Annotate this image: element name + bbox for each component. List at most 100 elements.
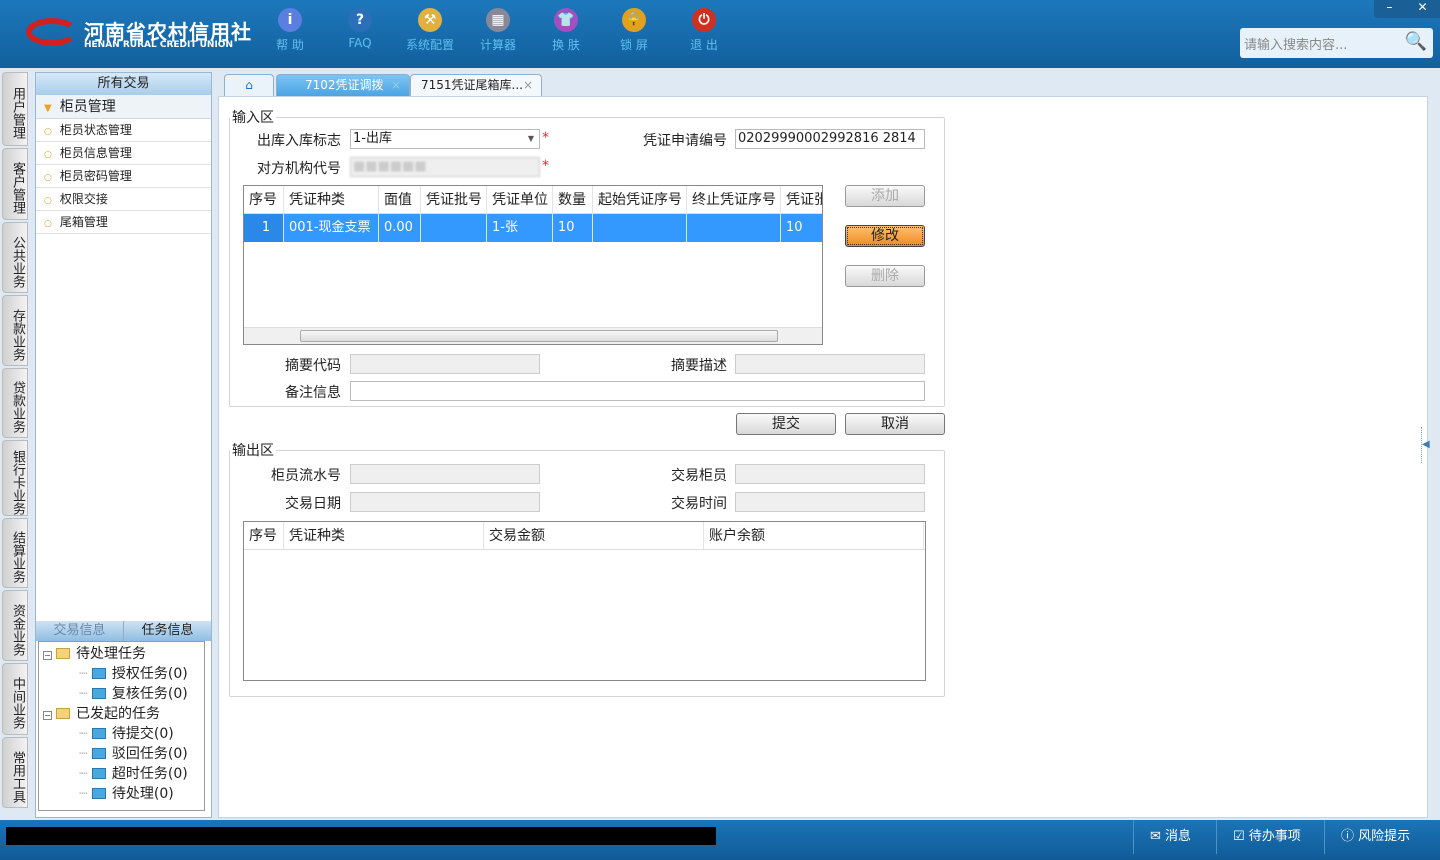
vtab-7[interactable]: 资金业务	[2, 590, 28, 661]
message-button[interactable]: ✉ 消息	[1133, 820, 1223, 854]
collapse-icon[interactable]: −	[43, 711, 52, 720]
vtab-8[interactable]: 中间业务	[2, 663, 28, 735]
vtab-5[interactable]: 银行卡业务	[2, 440, 28, 516]
submit-button[interactable]: 提交	[736, 413, 836, 435]
flag-select[interactable]: 1-出库 ▼	[350, 129, 540, 149]
task-tabs: 交易信息 任务信息	[36, 621, 211, 641]
toolbar-calculator-button[interactable]: ▦ 计算器	[468, 8, 528, 53]
collapse-icon[interactable]: −	[43, 651, 52, 660]
delete-button[interactable]: 删除	[845, 265, 925, 287]
vtab-1[interactable]: 客户管理	[2, 148, 28, 220]
toolbar-skin-button[interactable]: 👕 换 肤	[536, 8, 596, 53]
abstract-code-input[interactable]	[350, 354, 540, 374]
sidebar: 所有交易 ▼ 柜员管理 ○ 柜员状态管理 ○ 柜员信息管理 ○ 柜员密码管理 ○ 权限交接 ○ 尾箱…	[35, 72, 212, 818]
sidebar-item[interactable]: ○ 尾箱管理	[36, 211, 211, 234]
close-button[interactable]: ✕	[1417, 0, 1427, 18]
minimize-button[interactable]: –	[1386, 0, 1392, 18]
toolbar-info-button[interactable]: i 帮 助	[260, 8, 320, 53]
column-header[interactable]: 序号	[244, 522, 284, 549]
cancel-button[interactable]: 取消	[845, 413, 945, 435]
toolbar-power-button[interactable]: ⏻ 退 出	[674, 8, 734, 53]
column-header[interactable]: 面值	[379, 186, 421, 213]
vtab-6[interactable]: 结算业务	[2, 518, 28, 588]
column-header[interactable]: 序号	[244, 186, 284, 213]
abstract-desc-input[interactable]	[735, 354, 925, 374]
remark-input[interactable]	[350, 381, 925, 401]
item-label: 柜员状态管理	[59, 123, 132, 137]
column-header[interactable]: 凭证种类	[284, 186, 379, 213]
add-button[interactable]: 添加	[845, 185, 925, 207]
tree-node[interactable]: ┈ 超时任务(0)	[39, 764, 204, 784]
scrollbar-thumb[interactable]	[300, 330, 778, 342]
vtab-3[interactable]: 存款业务	[2, 295, 28, 366]
teller-label: 交易柜员	[671, 468, 727, 484]
tab-7102[interactable]: 7102凭证调拨 ×	[276, 74, 410, 96]
dropdown-arrow-icon: ▼	[527, 134, 534, 143]
apply-no-input[interactable]: 02029990002992816 2814	[735, 129, 925, 149]
toolbar-lock-button[interactable]: 🔒 锁 屏	[604, 8, 664, 53]
tool-label: 计算器	[479, 38, 516, 52]
tab-trade-info[interactable]: 交易信息	[36, 621, 124, 641]
column-header[interactable]: 凭证单位	[487, 186, 553, 213]
column-header[interactable]: 凭证种类	[284, 522, 484, 549]
toolbar-help-button[interactable]: ? FAQ	[330, 8, 390, 50]
collapse-handle[interactable]: ◀	[1421, 427, 1430, 463]
column-header[interactable]: 凭证批号	[421, 186, 487, 213]
tree-node[interactable]: ┈ 复核任务(0)	[39, 684, 204, 704]
column-header[interactable]: 数量	[553, 186, 593, 213]
vtab-2[interactable]: 公共业务	[2, 222, 28, 293]
column-header[interactable]: 交易金额	[484, 522, 704, 549]
time-input[interactable]	[735, 492, 925, 512]
tree-node[interactable]: − 待处理任务	[39, 644, 204, 664]
serial-label: 柜员流水号	[271, 468, 341, 484]
tree-node[interactable]: ┈ 授权任务(0)	[39, 664, 204, 684]
tab-7151[interactable]: 7151凭证尾箱库... ×	[410, 74, 542, 96]
todo-button[interactable]: ☑ 待办事项	[1216, 820, 1324, 854]
item-label: 尾箱管理	[59, 215, 108, 229]
folder-open-icon	[56, 708, 70, 719]
sidebar-title[interactable]: 所有交易	[36, 73, 211, 95]
column-header[interactable]: 终止凭证序号	[687, 186, 781, 213]
vtab-4[interactable]: 贷款业务	[2, 368, 28, 438]
vtab-0[interactable]: 用户管理	[2, 72, 28, 146]
tool-label: 退 出	[690, 38, 718, 52]
folder-icon	[91, 748, 106, 759]
tree-node[interactable]: ┈ 待处理(0)	[39, 784, 204, 804]
tab-home[interactable]: ⌂	[224, 74, 274, 96]
teller-input[interactable]	[735, 464, 925, 484]
sidebar-item[interactable]: ○ 柜员状态管理	[36, 119, 211, 142]
search-input[interactable]: 请输入搜索内容... 🔍	[1240, 28, 1433, 58]
sidebar-item[interactable]: ○ 权限交接	[36, 188, 211, 211]
todo-label: 待办事项	[1248, 829, 1301, 844]
table-row[interactable]: 1 001-现金支票 0.00 1-张 10 10	[244, 214, 822, 242]
search-icon[interactable]: 🔍	[1405, 31, 1427, 52]
close-icon[interactable]: ×	[391, 75, 401, 96]
column-header[interactable]: 凭证张	[781, 186, 822, 213]
folder-open-icon	[56, 648, 70, 659]
risk-button[interactable]: ⓘ 风险提示	[1324, 820, 1440, 854]
column-header[interactable]: 起始凭证序号	[593, 186, 687, 213]
vtab-9[interactable]: 常用工具	[2, 737, 28, 808]
tree-node[interactable]: ┈ 驳回任务(0)	[39, 744, 204, 764]
search-placeholder: 请输入搜索内容...	[1244, 38, 1348, 53]
date-input[interactable]	[350, 492, 540, 512]
sidebar-item[interactable]: ○ 柜员信息管理	[36, 142, 211, 165]
flag-label: 出库入库标志	[257, 133, 341, 149]
serial-input[interactable]	[350, 464, 540, 484]
modify-button[interactable]: 修改	[845, 225, 925, 247]
flag-value: 1-出库	[353, 131, 392, 146]
risk-label: 风险提示	[1358, 829, 1411, 844]
sidebar-item[interactable]: ○ 柜员密码管理	[36, 165, 211, 188]
toolbar-toolbox-button[interactable]: ⚒ 系统配置	[400, 8, 460, 53]
close-icon[interactable]: ×	[523, 75, 533, 96]
help-icon: ?	[348, 8, 372, 32]
tab-task-info[interactable]: 任务信息	[124, 621, 211, 641]
tree-node[interactable]: − 已发起的任务	[39, 704, 204, 724]
column-header[interactable]: 账户余额	[704, 522, 924, 549]
node-label: 待处理(0)	[111, 786, 174, 802]
tree-node[interactable]: ┈ 待提交(0)	[39, 724, 204, 744]
org-input[interactable]: ■■■■■■	[350, 157, 540, 177]
sidebar-group-teller[interactable]: ▼ 柜员管理	[36, 95, 211, 119]
date-label: 交易日期	[285, 496, 341, 512]
horizontal-scrollbar[interactable]	[244, 327, 822, 344]
